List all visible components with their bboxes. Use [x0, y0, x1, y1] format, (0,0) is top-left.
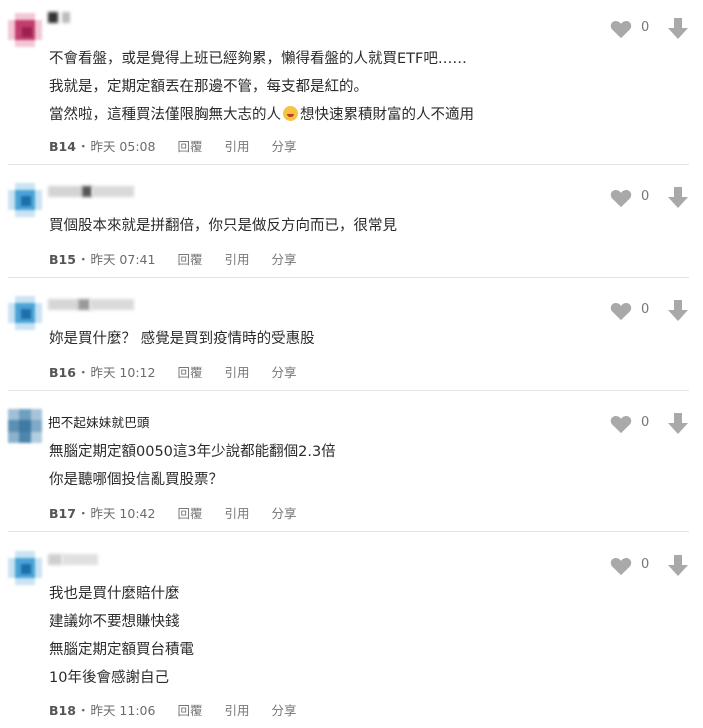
comment-text: 不會看盤，或是覺得上班已經夠累，懶得看盤的人就買ETF吧……	[49, 51, 467, 67]
divider	[8, 531, 689, 532]
author-name-redacted[interactable]	[48, 297, 134, 313]
reply-button[interactable]: 回覆	[177, 139, 202, 154]
like-count: 0	[641, 20, 650, 35]
arrow-down-icon[interactable]	[668, 300, 688, 322]
avatar[interactable]	[8, 296, 42, 330]
divider	[8, 277, 689, 278]
timestamp: 昨天 07:41	[90, 252, 156, 267]
vote-controls: 0	[608, 555, 698, 577]
quote-button[interactable]: 引用	[224, 252, 249, 267]
comment-b17: 把不起妹妹就巴頭 無腦定期定額0050這3年少說都能翻個2.3倍 你是聽哪個投信…	[8, 406, 688, 521]
arrow-down-icon[interactable]	[668, 555, 688, 577]
quote-button[interactable]: 引用	[224, 365, 249, 380]
comment-text: 無腦定期定額0050這3年少說都能翻個2.3倍	[49, 444, 336, 460]
like-count: 0	[641, 557, 650, 572]
quote-button[interactable]: 引用	[224, 506, 249, 521]
heart-icon[interactable]	[610, 557, 632, 576]
comment-meta: B17・昨天 10:42 回覆 引用 分享	[49, 506, 297, 521]
quote-button[interactable]: 引用	[224, 139, 249, 154]
floor-number: B14	[49, 139, 76, 154]
avatar[interactable]	[8, 409, 42, 443]
heart-icon[interactable]	[610, 302, 632, 321]
share-button[interactable]: 分享	[271, 139, 296, 154]
author-name[interactable]: 把不起妹妹就巴頭	[48, 412, 150, 430]
comment-b15: 買個股本來就是拼翻倍，你只是做反方向而已，很常見 B15・昨天 07:41 回覆…	[8, 180, 688, 270]
floor-number: B16	[49, 365, 76, 380]
like-count: 0	[641, 189, 650, 204]
avatar[interactable]	[8, 13, 42, 47]
divider	[8, 390, 689, 391]
comment-b16: 妳是買什麼？ 感覺是買到疫情時的受惠股 B16・昨天 10:12 回覆 引用 分…	[8, 293, 688, 383]
comment-text-part: 當然啦，這種買法僅限胸無大志的人	[49, 107, 281, 123]
author-name-redacted[interactable]	[48, 184, 134, 200]
avatar[interactable]	[8, 183, 42, 217]
author-name-redacted[interactable]	[48, 552, 98, 568]
comment-text: 我就是，定期定額丟在那邊不管，每支都是紅的。	[49, 79, 368, 95]
comment-text: 10年後會感謝自己	[49, 670, 169, 686]
author-name-redacted[interactable]	[48, 10, 70, 26]
reply-button[interactable]: 回覆	[177, 365, 202, 380]
comment-text-part: 想快速累積財富的人不適用	[300, 107, 474, 123]
vote-controls: 0	[608, 187, 698, 209]
share-button[interactable]: 分享	[271, 365, 296, 380]
arrow-down-icon[interactable]	[668, 187, 688, 209]
floor-number: B18	[49, 703, 76, 718]
vote-controls: 0	[608, 18, 698, 40]
like-count: 0	[641, 302, 650, 317]
vote-controls: 0	[608, 300, 698, 322]
arrow-down-icon[interactable]	[668, 413, 688, 435]
heart-icon[interactable]	[610, 189, 632, 208]
heart-icon[interactable]	[610, 20, 632, 39]
share-button[interactable]: 分享	[271, 703, 296, 718]
comment-text: 我也是買什麼賠什麼	[49, 586, 180, 602]
avatar[interactable]	[8, 551, 42, 585]
comment-text: 無腦定期定額買台積電	[49, 642, 194, 658]
comment-thread: 不會看盤，或是覺得上班已經夠累，懶得看盤的人就買ETF吧…… 我就是，定期定額丟…	[0, 0, 703, 728]
comment-text: 你是聽哪個投信亂買股票？	[49, 472, 223, 488]
comment-b14: 不會看盤，或是覺得上班已經夠累，懶得看盤的人就買ETF吧…… 我就是，定期定額丟…	[8, 10, 688, 160]
comment-meta: B14・昨天 05:08 回覆 引用 分享	[49, 139, 297, 154]
timestamp: 昨天 11:06	[90, 703, 156, 718]
floor-number: B15	[49, 252, 76, 267]
comment-meta: B18・昨天 11:06 回覆 引用 分享	[49, 703, 297, 718]
reply-button[interactable]: 回覆	[177, 506, 202, 521]
share-button[interactable]: 分享	[271, 252, 296, 267]
quote-button[interactable]: 引用	[224, 703, 249, 718]
timestamp: 昨天 10:12	[90, 365, 156, 380]
floor-number: B17	[49, 506, 76, 521]
timestamp: 昨天 05:08	[90, 139, 156, 154]
arrow-down-icon[interactable]	[668, 18, 688, 40]
timestamp: 昨天 10:42	[90, 506, 156, 521]
comment-b18: 我也是買什麼賠什麼 建議妳不要想賺快錢 無腦定期定額買台積電 10年後會感謝自己…	[8, 548, 688, 723]
comment-text: 建議妳不要想賺快錢	[49, 614, 180, 630]
heart-icon[interactable]	[610, 415, 632, 434]
divider	[8, 164, 689, 165]
comment-text: 妳是買什麼？ 感覺是買到疫情時的受惠股	[49, 331, 315, 347]
comment-meta: B15・昨天 07:41 回覆 引用 分享	[49, 252, 297, 267]
reply-button[interactable]: 回覆	[177, 252, 202, 267]
like-count: 0	[641, 415, 650, 430]
comment-text: 當然啦，這種買法僅限胸無大志的人 想快速累積財富的人不適用	[49, 103, 474, 124]
grin-emoji-icon	[283, 106, 298, 121]
vote-controls: 0	[608, 413, 698, 435]
reply-button[interactable]: 回覆	[177, 703, 202, 718]
share-button[interactable]: 分享	[271, 506, 296, 521]
comment-text: 買個股本來就是拼翻倍，你只是做反方向而已，很常見	[49, 218, 397, 234]
comment-meta: B16・昨天 10:12 回覆 引用 分享	[49, 365, 297, 380]
